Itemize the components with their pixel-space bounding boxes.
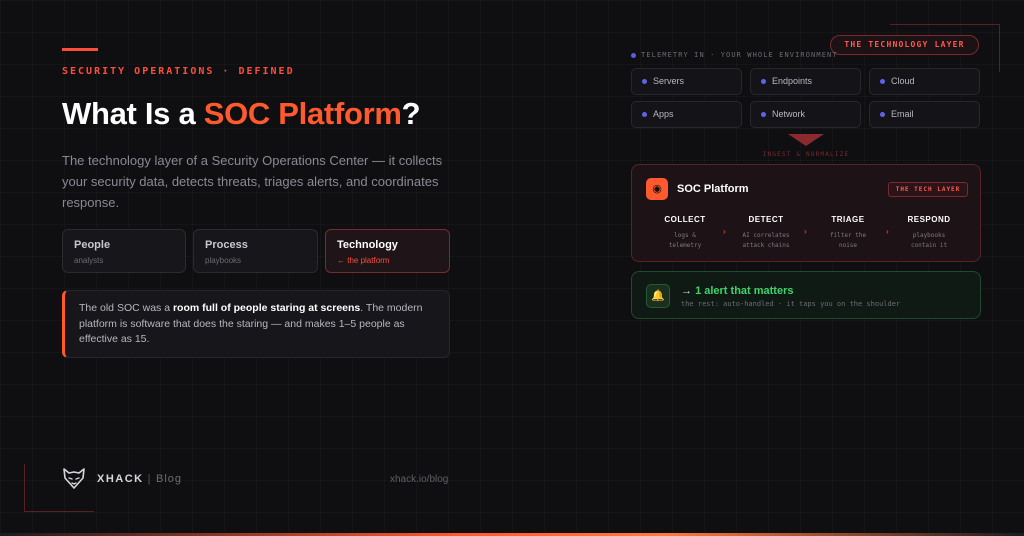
- pill-process: Process playbooks: [193, 229, 318, 273]
- fox-logo-icon: [63, 468, 85, 489]
- source-endpoints: Endpoints: [750, 68, 861, 95]
- bell-icon: 🔔: [646, 284, 670, 308]
- pill-sub: ← the platform: [337, 256, 390, 265]
- stage-respond: RESPOND playbooks contain it: [894, 215, 964, 251]
- alert-subtitle: the rest: auto-handled · it taps you on …: [681, 300, 901, 308]
- title-post: ?: [401, 96, 421, 131]
- source-cloud: Cloud: [869, 68, 980, 95]
- brand-separator: |: [147, 473, 152, 485]
- source-email: Email: [869, 101, 980, 128]
- brand: XHACK | Blog: [97, 473, 182, 485]
- source-label: Network: [772, 109, 806, 119]
- alert-card: 🔔 → 1 alert that matters the rest: auto-…: [631, 271, 981, 319]
- stage-name: COLLECT: [664, 215, 706, 224]
- telemetry-dot-icon: [631, 52, 636, 58]
- eyebrow-label: SECURITY OPERATIONS · DEFINED: [62, 66, 295, 77]
- stage-desc: filter the noise: [829, 232, 867, 249]
- telemetry-text: TELEMETRY IN · YOUR WHOLE ENVIRONMENT: [641, 51, 838, 59]
- tech-layer-tag: THE TECH LAYER: [888, 182, 968, 197]
- arrow-right-icon: →: [681, 285, 692, 297]
- stage-detect: DETECT AI correlates attack chains: [731, 215, 801, 251]
- alert-title: → 1 alert that matters: [681, 285, 794, 297]
- ingest-label: INGEST & NORMALIZE: [762, 151, 850, 158]
- stage-name: RESPOND: [907, 215, 951, 224]
- pill-sub: playbooks: [205, 256, 242, 265]
- pill-sub: analysts: [74, 256, 104, 265]
- tech-layer-badge: THE TECHNOLOGY LAYER: [830, 35, 979, 55]
- quote-bold: room full of people staring at screens: [172, 302, 361, 314]
- stage-name: DETECT: [748, 215, 784, 224]
- brand-name: XHACK: [97, 473, 144, 485]
- source-network: Network: [750, 101, 861, 128]
- stage-collect: COLLECT logs & telemetry: [650, 215, 720, 251]
- stage-desc: playbooks contain it: [910, 232, 948, 249]
- quote-pre: The old SOC was a: [79, 302, 173, 314]
- source-dot-icon: [880, 112, 885, 118]
- soc-platform-card: ◉ SOC Platform THE TECH LAYER COLLECT lo…: [631, 164, 981, 262]
- target-icon: ◉: [646, 178, 668, 200]
- source-servers: Servers: [631, 68, 742, 95]
- source-label: Apps: [653, 109, 674, 119]
- quote-callout: The old SOC was a room full of people st…: [62, 290, 450, 358]
- chevron-right-icon: ›: [723, 227, 726, 236]
- source-label: Cloud: [891, 76, 915, 86]
- source-dot-icon: [642, 112, 647, 118]
- source-dot-icon: [880, 79, 885, 85]
- pill-title: Technology: [337, 239, 398, 251]
- alert-title-text: 1 alert that matters: [695, 285, 794, 297]
- title-highlight: SOC Platform: [203, 96, 402, 131]
- source-dot-icon: [761, 112, 766, 118]
- source-label: Email: [891, 109, 914, 119]
- pill-title: Process: [205, 239, 248, 251]
- source-label: Servers: [653, 76, 685, 86]
- source-dot-icon: [761, 79, 766, 85]
- stage-desc: logs & telemetry: [668, 232, 702, 249]
- pill-technology: Technology ← the platform: [325, 229, 450, 273]
- pill-people: People analysts: [62, 229, 186, 273]
- page-title: What Is a SOC Platform?: [62, 96, 421, 132]
- chevron-right-icon: ›: [886, 227, 889, 236]
- accent-line: [62, 48, 98, 51]
- chevron-right-icon: ›: [804, 227, 807, 236]
- soc-platform-title: SOC Platform: [677, 183, 749, 195]
- title-pre: What Is a: [62, 96, 204, 131]
- source-dot-icon: [642, 79, 647, 85]
- description: The technology layer of a Security Opera…: [62, 153, 443, 210]
- brand-section: Blog: [155, 473, 183, 485]
- stage-name: TRIAGE: [831, 215, 865, 224]
- source-label: Endpoints: [772, 76, 813, 86]
- arrow-down-icon: [788, 134, 824, 146]
- site-url[interactable]: xhack.io/blog: [390, 474, 448, 485]
- stage-desc: AI correlates attack chains: [742, 232, 790, 249]
- stage-triage: TRIAGE filter the noise: [813, 215, 883, 251]
- source-apps: Apps: [631, 101, 742, 128]
- pill-title: People: [74, 239, 111, 251]
- telemetry-label: TELEMETRY IN · YOUR WHOLE ENVIRONMENT: [631, 51, 838, 59]
